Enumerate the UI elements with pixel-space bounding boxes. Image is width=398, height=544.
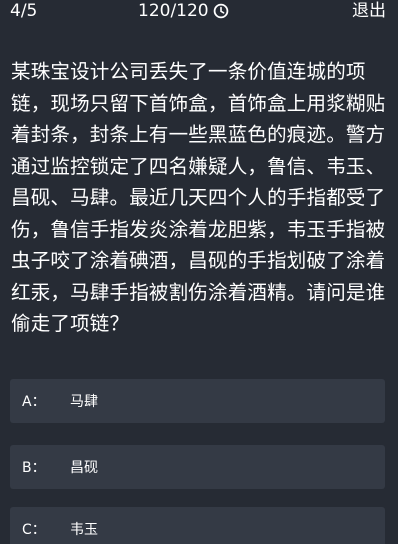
question-text: 某珠宝设计公司丢失了一条价值连城的项链，现场只留下首饰盒，首饰盒上用浆糊贴着封条… bbox=[11, 60, 386, 335]
option-b[interactable]: B： 昌砚 bbox=[10, 445, 385, 489]
quiz-screen: 4/5 120/120 退出 某珠宝设计公司丢失了一条价值连城的项链，现场只留下… bbox=[0, 0, 398, 544]
option-letter: C： bbox=[22, 522, 46, 538]
option-text: 韦玉 bbox=[70, 522, 98, 538]
timer: 120/120 bbox=[138, 0, 229, 22]
top-bar: 4/5 120/120 退出 bbox=[0, 0, 398, 24]
clock-icon bbox=[213, 3, 229, 19]
option-c[interactable]: C： 韦玉 bbox=[10, 507, 385, 544]
exit-button[interactable]: 退出 bbox=[352, 0, 386, 22]
option-a[interactable]: A： 马肆 bbox=[10, 379, 385, 423]
timer-text: 120/120 bbox=[138, 1, 209, 21]
option-text: 马肆 bbox=[70, 394, 98, 410]
option-text: 昌砚 bbox=[70, 460, 98, 476]
question-progress: 4/5 bbox=[10, 1, 38, 21]
option-letter: B： bbox=[22, 460, 46, 476]
option-letter: A： bbox=[22, 394, 46, 410]
